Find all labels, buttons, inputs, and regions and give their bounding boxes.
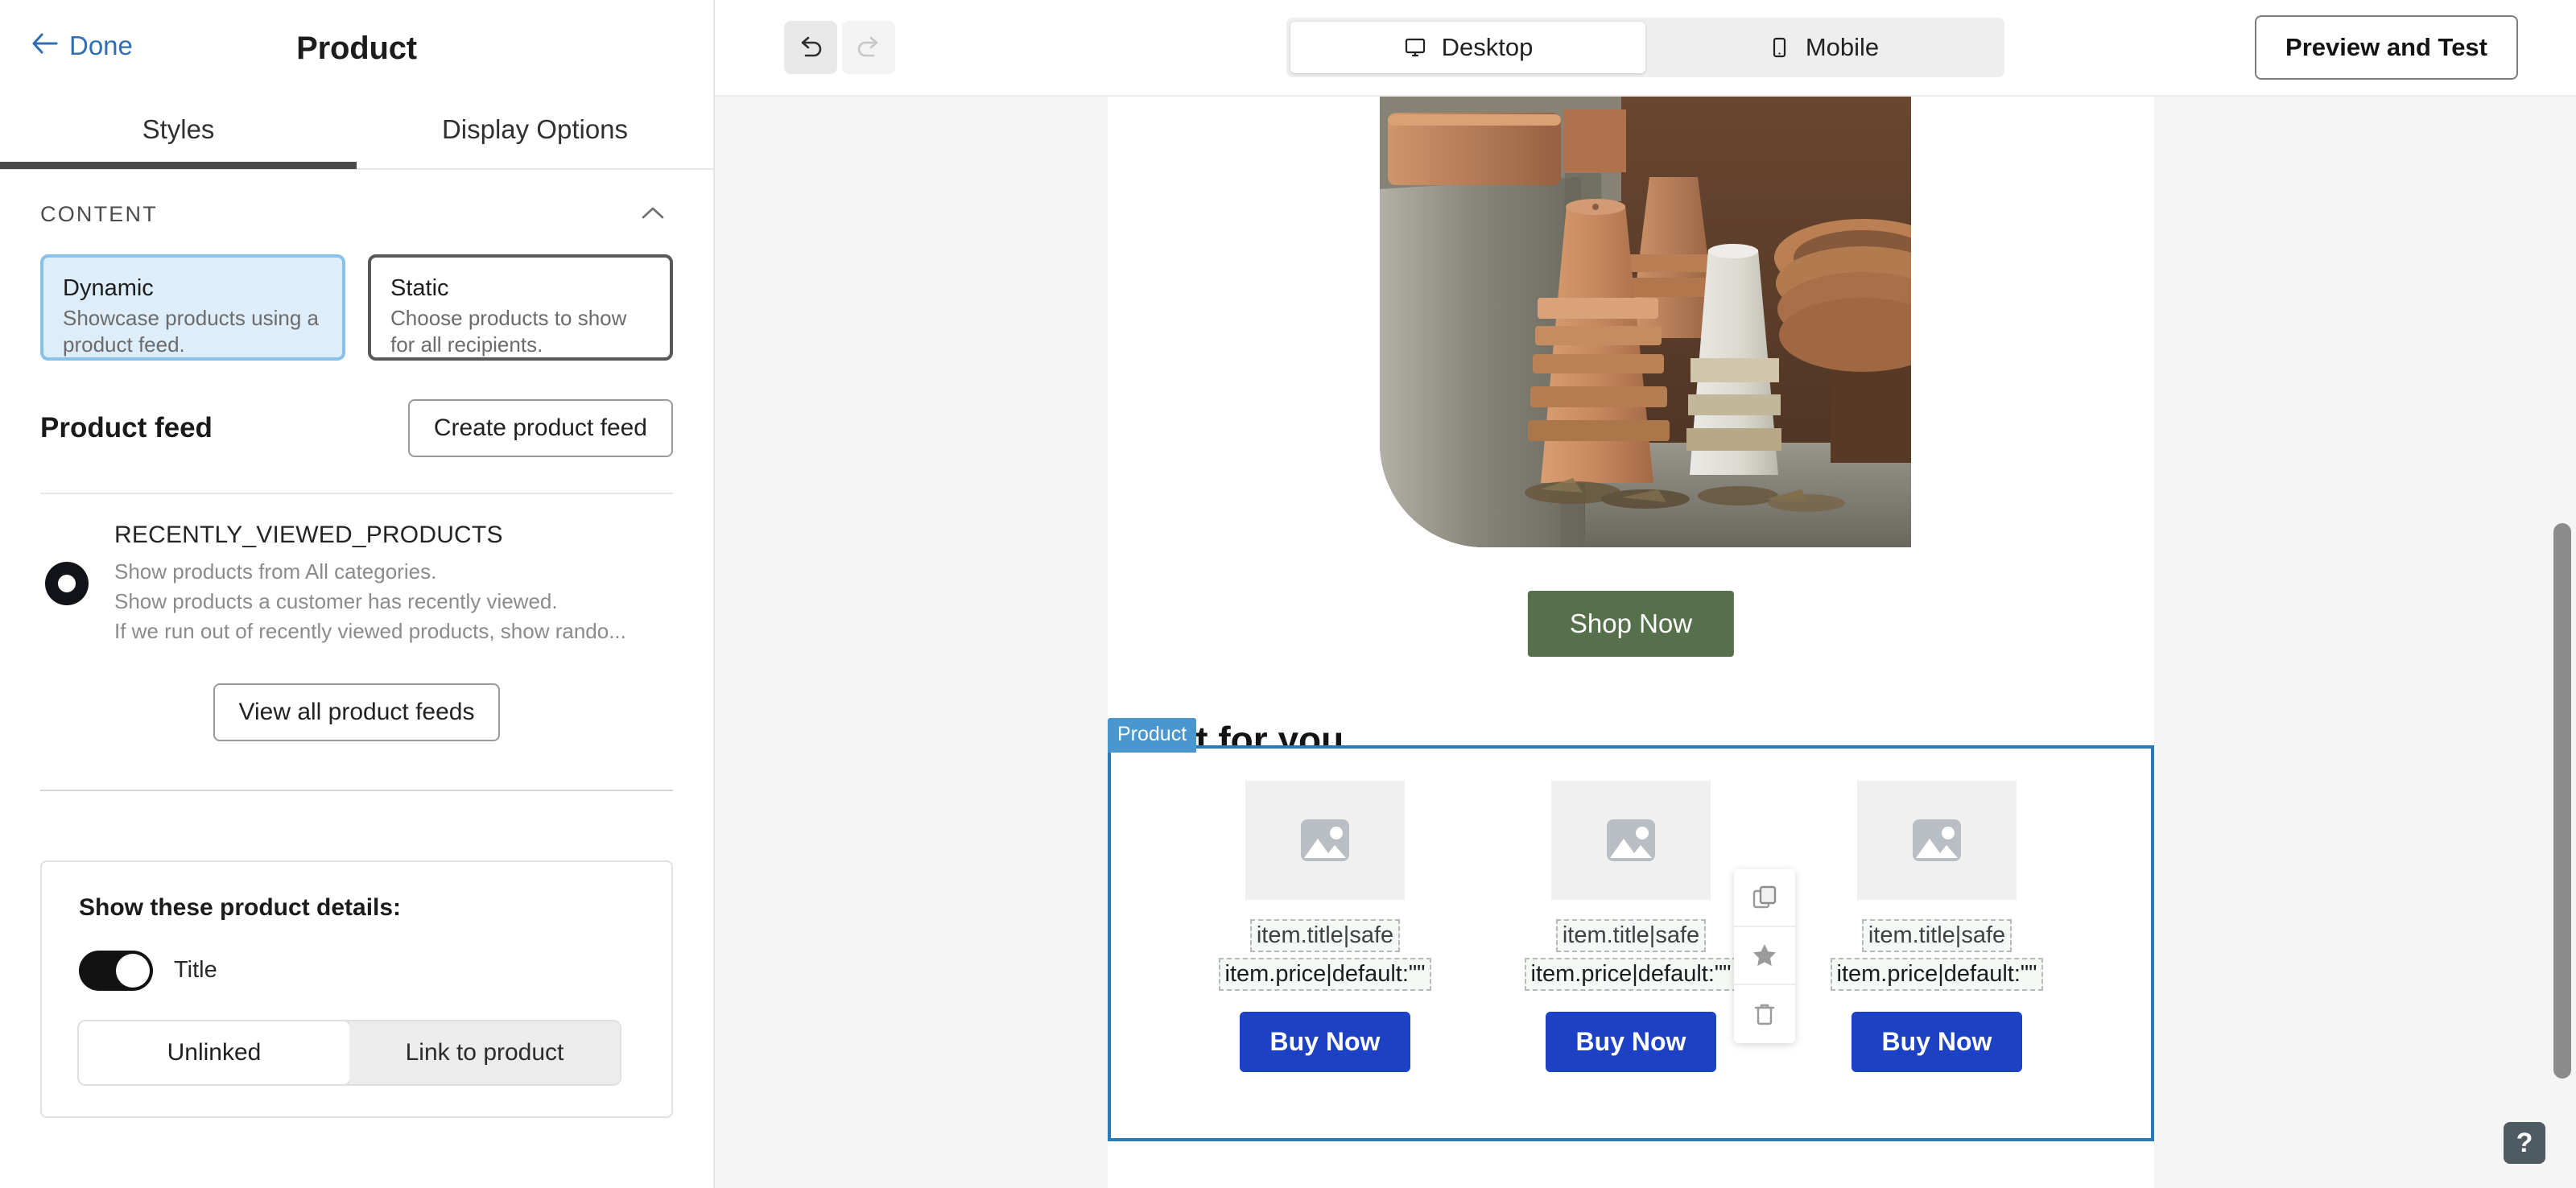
tab-display-options-label: Display Options <box>441 114 629 144</box>
title-toggle-row: Title <box>79 950 634 991</box>
product-title-placeholder[interactable]: item.title|safe <box>1861 919 2013 952</box>
segment-link-to-product[interactable]: Link to product <box>349 1021 620 1084</box>
view-all-product-feeds-button[interactable]: View all product feeds <box>213 683 501 741</box>
settings-sidebar: Done Product Styles Display Options CONT… <box>0 0 715 1188</box>
product-details-title: Show these product details: <box>79 893 402 921</box>
product-card[interactable]: item.title|safe item.price|default:"" Bu… <box>1502 781 1760 1072</box>
chevron-up-icon[interactable] <box>641 202 665 227</box>
product-title-placeholder[interactable]: item.title|safe <box>1249 919 1401 952</box>
tab-styles[interactable]: Styles <box>0 97 357 169</box>
undo-redo-group <box>784 21 895 74</box>
image-placeholder-icon[interactable] <box>1245 781 1405 900</box>
product-details-card: Show these product details: Title Unlink… <box>40 860 673 1118</box>
editor-toolbar: Desktop Mobile Preview and Test <box>715 0 2576 97</box>
product-title-placeholder[interactable]: item.title|safe <box>1555 919 1707 952</box>
preview-and-test-button[interactable]: Preview and Test <box>2255 15 2518 80</box>
shop-now-button[interactable]: Shop Now <box>1527 591 1735 657</box>
sidebar-header: Done Product <box>0 0 713 97</box>
content-mode-choices: Dynamic Showcase products using a produc… <box>0 246 713 361</box>
product-feed-name: RECENTLY_VIEWED_PRODUCTS <box>114 522 503 548</box>
product-feed-desc-2: Show products a customer has recently vi… <box>114 588 558 613</box>
mobile-icon <box>1767 35 1791 60</box>
content-section-label: CONTENT <box>40 202 158 226</box>
duplicate-icon[interactable] <box>1734 869 1795 927</box>
product-card[interactable]: item.title|safe item.price|default:"" Bu… <box>1196 781 1454 1072</box>
section-divider <box>40 789 673 791</box>
done-button[interactable]: Done <box>31 31 133 61</box>
block-type-badge: Product <box>1108 718 1197 753</box>
canvas-scrollbar-thumb[interactable] <box>2553 523 2571 1079</box>
redo-icon <box>842 21 895 74</box>
trash-icon[interactable] <box>1734 985 1795 1043</box>
device-desktop[interactable]: Desktop <box>1290 22 1645 73</box>
star-icon[interactable] <box>1734 927 1795 985</box>
static-title: Static <box>390 275 449 301</box>
editor-main: Desktop Mobile Preview and Test Shop Now… <box>715 0 2576 1188</box>
buy-now-button[interactable]: Buy Now <box>1851 1012 2023 1072</box>
image-placeholder-icon[interactable] <box>1551 781 1711 900</box>
device-desktop-label: Desktop <box>1441 33 1534 61</box>
static-subtitle: Choose products to show for all recipien… <box>390 306 627 357</box>
radio-selected-icon[interactable] <box>45 562 89 606</box>
product-grid: item.title|safe item.price|default:"" Bu… <box>1111 749 2151 1072</box>
device-preview-switch: Desktop Mobile <box>1286 18 2004 77</box>
done-label: Done <box>69 31 133 60</box>
desktop-icon <box>1403 35 1427 60</box>
product-feed-desc-1: Show products from All categories. <box>114 559 437 584</box>
product-feed-label: Product feed <box>40 412 213 443</box>
undo-icon[interactable] <box>784 21 837 74</box>
product-block-selected[interactable]: Product item.title|safe item.price|defau… <box>1108 718 2154 1141</box>
product-price-placeholder[interactable]: item.price|default:"" <box>1218 958 1432 991</box>
content-mode-dynamic[interactable]: Dynamic Showcase products using a produc… <box>40 254 345 361</box>
product-feed-item[interactable]: RECENTLY_VIEWED_PRODUCTS Show products f… <box>0 494 713 646</box>
email-canvas-area: Shop Now Just for you... Product item.ti… <box>715 97 2576 1188</box>
hero-image[interactable] <box>1380 97 1911 547</box>
canvas-scrollbar[interactable] <box>2553 193 2571 1188</box>
product-feed-row: Product feed Create product feed <box>0 361 713 457</box>
sidebar-body: CONTENT Dynamic Showcase products using … <box>0 170 713 1118</box>
product-price-placeholder[interactable]: item.price|default:"" <box>1524 958 1738 991</box>
title-toggle[interactable] <box>79 950 153 991</box>
dynamic-subtitle: Showcase products using a product feed. <box>63 306 319 357</box>
device-mobile-label: Mobile <box>1805 33 1880 61</box>
segment-unlinked[interactable]: Unlinked <box>79 1021 349 1084</box>
product-feed-item-texts: RECENTLY_VIEWED_PRODUCTS Show products f… <box>114 522 626 646</box>
email-editor-app: Done Product Styles Display Options CONT… <box>0 0 2576 1188</box>
email-canvas: Shop Now Just for you... Product item.ti… <box>1108 97 2154 1188</box>
tab-styles-label: Styles <box>142 114 215 144</box>
buy-now-button[interactable]: Buy Now <box>1239 1012 1411 1072</box>
product-price-placeholder[interactable]: item.price|default:"" <box>1830 958 2044 991</box>
buy-now-button[interactable]: Buy Now <box>1545 1012 1717 1072</box>
title-toggle-label: Title <box>174 957 217 984</box>
help-button[interactable]: ? <box>2504 1122 2545 1164</box>
tab-display-options[interactable]: Display Options <box>357 97 713 163</box>
product-feed-desc-3: If we run out of recently viewed product… <box>114 618 626 643</box>
terracotta-pots-photo <box>1380 97 1911 547</box>
image-placeholder-icon[interactable] <box>1857 781 2017 900</box>
sidebar-tabs: Styles Display Options <box>0 97 713 169</box>
content-section-header[interactable]: CONTENT <box>0 170 713 246</box>
create-product-feed-button[interactable]: Create product feed <box>407 399 673 457</box>
dynamic-title: Dynamic <box>63 275 154 301</box>
arrow-left-icon <box>31 31 58 60</box>
toggle-knob <box>116 953 150 988</box>
block-tools-toolbar <box>1734 869 1795 1043</box>
link-mode-segmented: Unlinked Link to product <box>79 1021 620 1084</box>
content-mode-static[interactable]: Static Choose products to show for all r… <box>368 254 673 361</box>
view-all-wrap: View all product feeds <box>0 646 713 741</box>
device-mobile[interactable]: Mobile <box>1645 22 2000 73</box>
product-card[interactable]: item.title|safe item.price|default:"" Bu… <box>1808 781 2066 1072</box>
